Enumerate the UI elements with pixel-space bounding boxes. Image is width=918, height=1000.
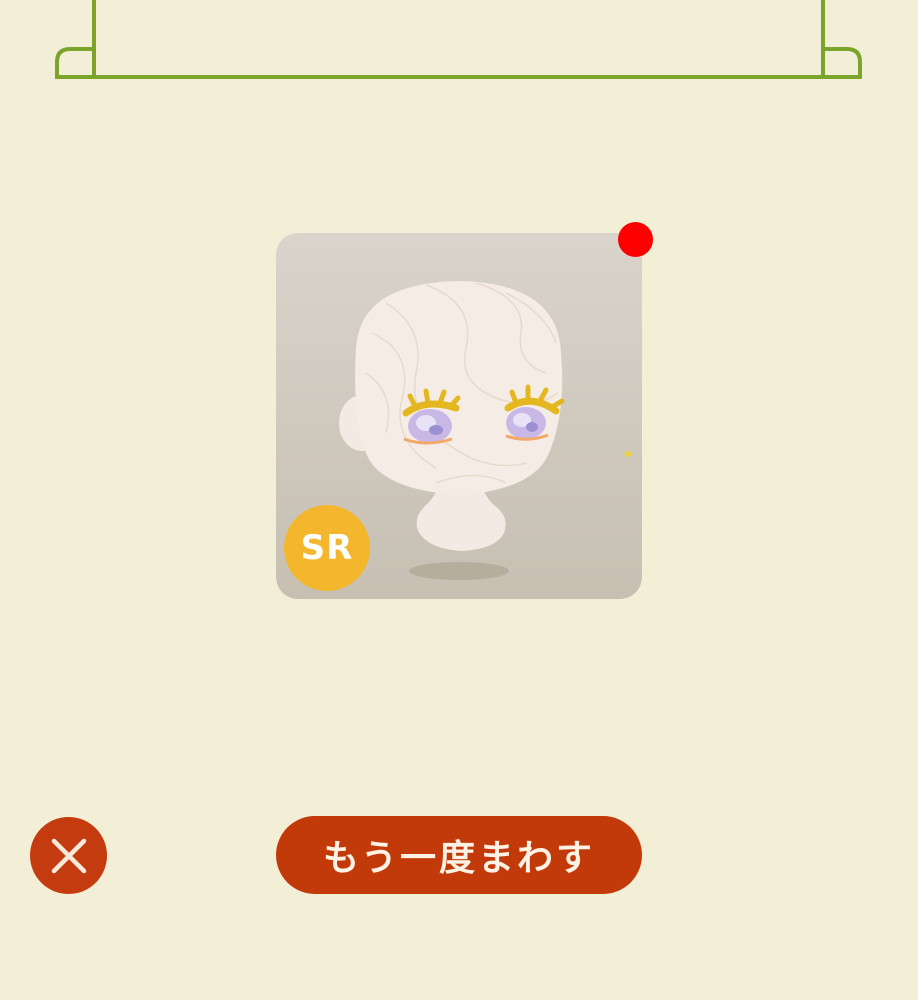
new-indicator-dot xyxy=(618,222,653,257)
gacha-result-screen: SR もう一度まわす xyxy=(0,0,918,1000)
close-button[interactable] xyxy=(30,817,107,894)
close-icon xyxy=(51,838,86,873)
sparkle-dot xyxy=(625,451,631,457)
rarity-badge: SR xyxy=(284,505,370,591)
spin-again-button[interactable]: もう一度まわす xyxy=(276,816,642,894)
rarity-label: SR xyxy=(300,528,354,568)
banner-frame xyxy=(55,0,862,79)
spin-again-label: もう一度まわす xyxy=(323,838,595,879)
